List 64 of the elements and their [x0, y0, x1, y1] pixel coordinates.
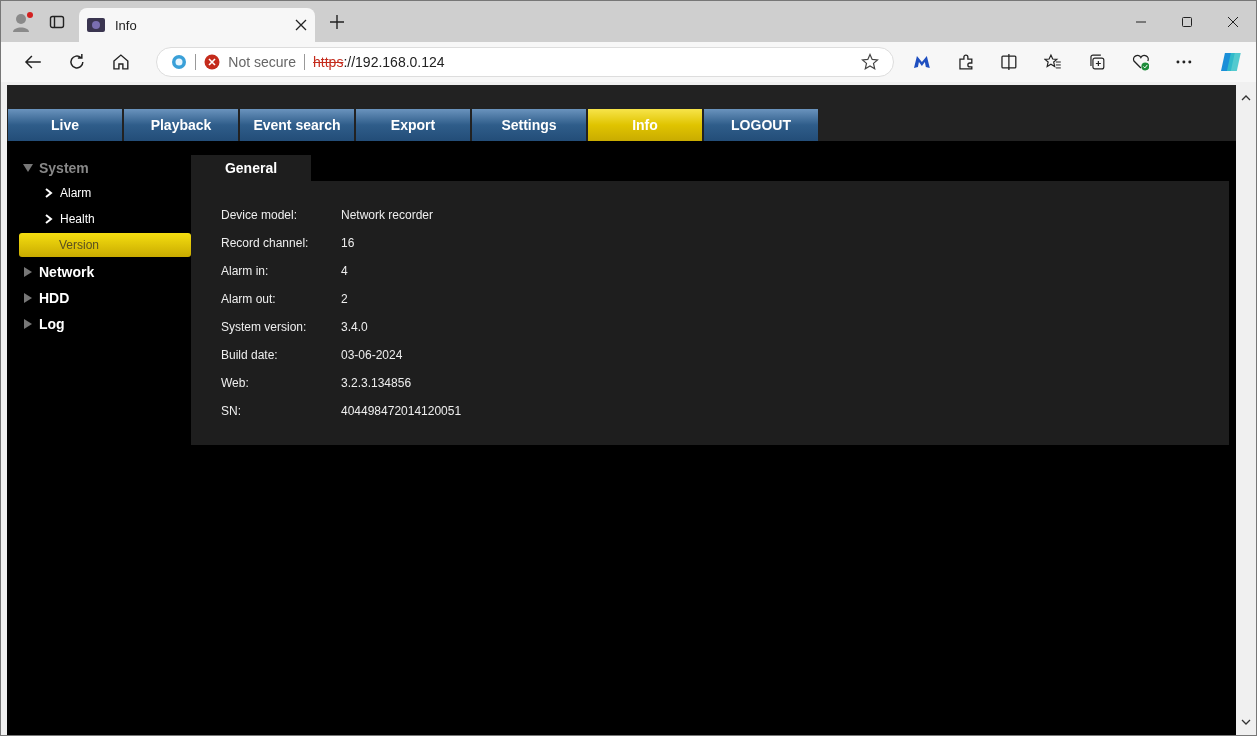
maximize-icon[interactable] [1181, 15, 1193, 28]
chevron-icon [45, 214, 53, 224]
triangle-icon[interactable] [23, 163, 33, 173]
sidebar-item[interactable]: System [39, 160, 89, 176]
security-label[interactable]: Not secure [228, 54, 297, 70]
field-value: 3.2.3.134856 [341, 376, 412, 390]
field-value: 404498472014120051 [341, 404, 462, 418]
sidebar-item[interactable]: HDD [39, 290, 70, 306]
triangle-icon[interactable] [23, 293, 33, 303]
star-icon[interactable] [860, 53, 879, 71]
chevron-icon [45, 188, 53, 198]
close-icon[interactable] [1227, 15, 1239, 28]
field-value: 16 [341, 236, 355, 250]
refresh-icon[interactable] [67, 53, 86, 71]
triangle-icon[interactable] [23, 319, 33, 329]
favorites-icon[interactable] [1044, 53, 1062, 71]
split-screen-icon[interactable] [1000, 53, 1019, 71]
address-bar[interactable]: Not secure https://192.168.0.124 [156, 47, 894, 77]
field-value: 3.4.0 [341, 320, 368, 334]
sidebar-subitem[interactable]: Version [19, 233, 191, 257]
heart-check-icon[interactable] [1131, 53, 1150, 71]
puzzle-icon[interactable] [956, 53, 975, 71]
triangle-icon[interactable] [23, 267, 33, 277]
field-label: Web: [221, 376, 250, 390]
field-label: Record channel: [221, 236, 310, 250]
sidebar-item[interactable]: Network [39, 264, 95, 280]
field-label: SN: [221, 404, 242, 418]
tab-title: Info [115, 17, 138, 33]
nav-tab[interactable]: Settings [472, 109, 586, 141]
nav-tab[interactable]: Export [356, 109, 470, 141]
browser-tab[interactable]: Info [79, 8, 315, 42]
sidebar-subitem[interactable]: Alarm [19, 181, 191, 205]
sidebar-item[interactable]: Log [39, 316, 65, 332]
field-value: 03-06-2024 [341, 348, 403, 362]
scroll-up-icon[interactable] [1241, 95, 1251, 101]
nav-tab[interactable]: Playback [124, 109, 238, 141]
field-label: System version: [221, 320, 308, 334]
new-tab-icon[interactable] [329, 13, 345, 30]
back-icon[interactable] [24, 53, 42, 71]
collections-icon[interactable] [1087, 53, 1106, 71]
field-label: Alarm in: [221, 264, 270, 278]
sidebar-subitem[interactable]: Health [19, 207, 191, 231]
more-icon[interactable] [1175, 60, 1194, 64]
field-value: 2 [341, 292, 348, 306]
field-value: 4 [341, 264, 348, 278]
error-icon [204, 54, 221, 70]
profile-icon[interactable] [11, 9, 35, 34]
general-tab[interactable]: General [191, 155, 311, 181]
nav-tab[interactable]: Live [8, 109, 122, 141]
nav-tab[interactable]: Event search [240, 109, 354, 141]
nav-tab[interactable]: LOGOUT [704, 109, 818, 141]
url-text: https://192.168.0.124 [313, 54, 445, 70]
field-label: Alarm out: [221, 292, 277, 306]
field-label: Build date: [221, 348, 279, 362]
camera-icon [87, 18, 105, 32]
shield-m-icon[interactable] [912, 53, 931, 71]
close-icon[interactable] [295, 19, 307, 31]
home-icon[interactable] [111, 53, 130, 71]
field-value: Network recorder [341, 208, 434, 222]
tab-actions-icon[interactable] [49, 13, 65, 30]
copilot-icon[interactable] [1219, 50, 1243, 74]
field-label: Device model: [221, 208, 299, 222]
scroll-down-icon[interactable] [1241, 719, 1251, 725]
globe-icon [171, 54, 188, 70]
